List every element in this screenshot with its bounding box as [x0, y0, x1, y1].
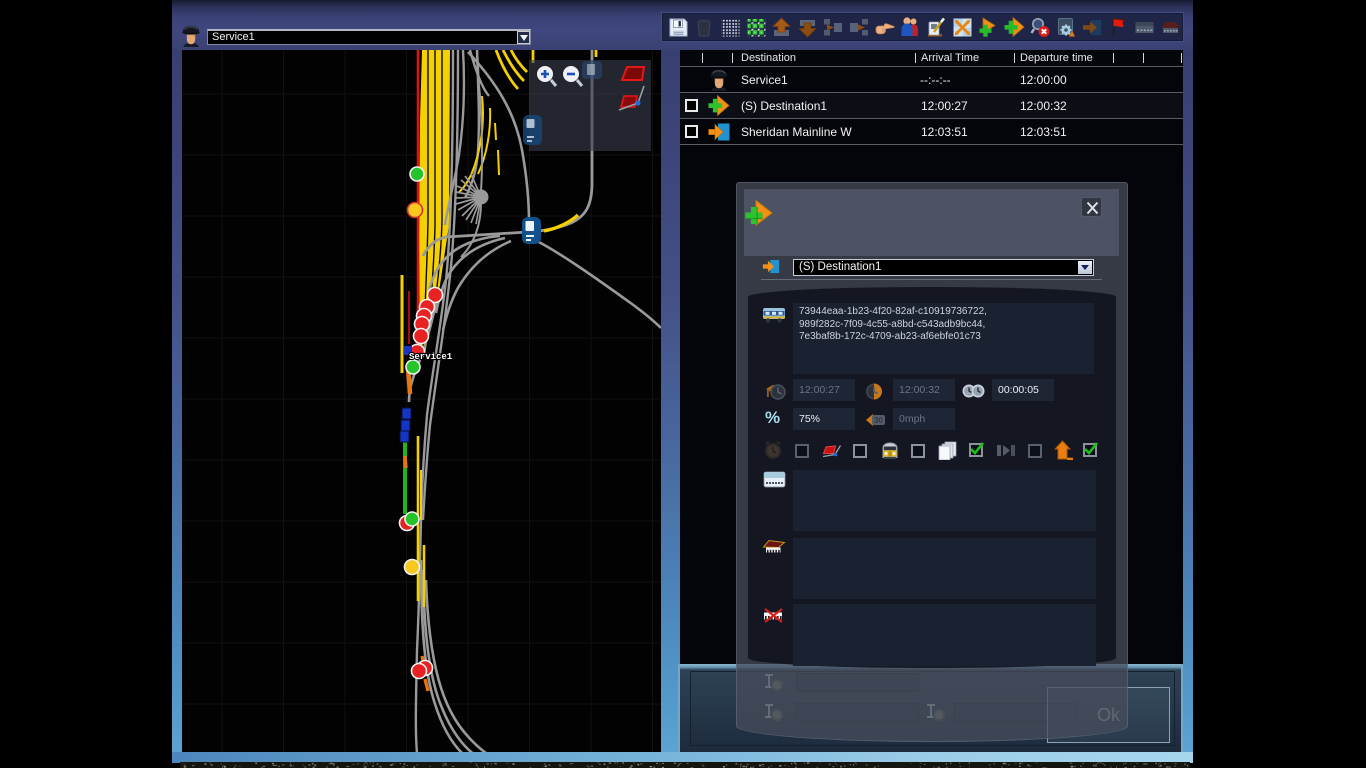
svg-text:Service1: Service1 [409, 352, 453, 362]
svg-text:30: 30 [874, 416, 883, 425]
